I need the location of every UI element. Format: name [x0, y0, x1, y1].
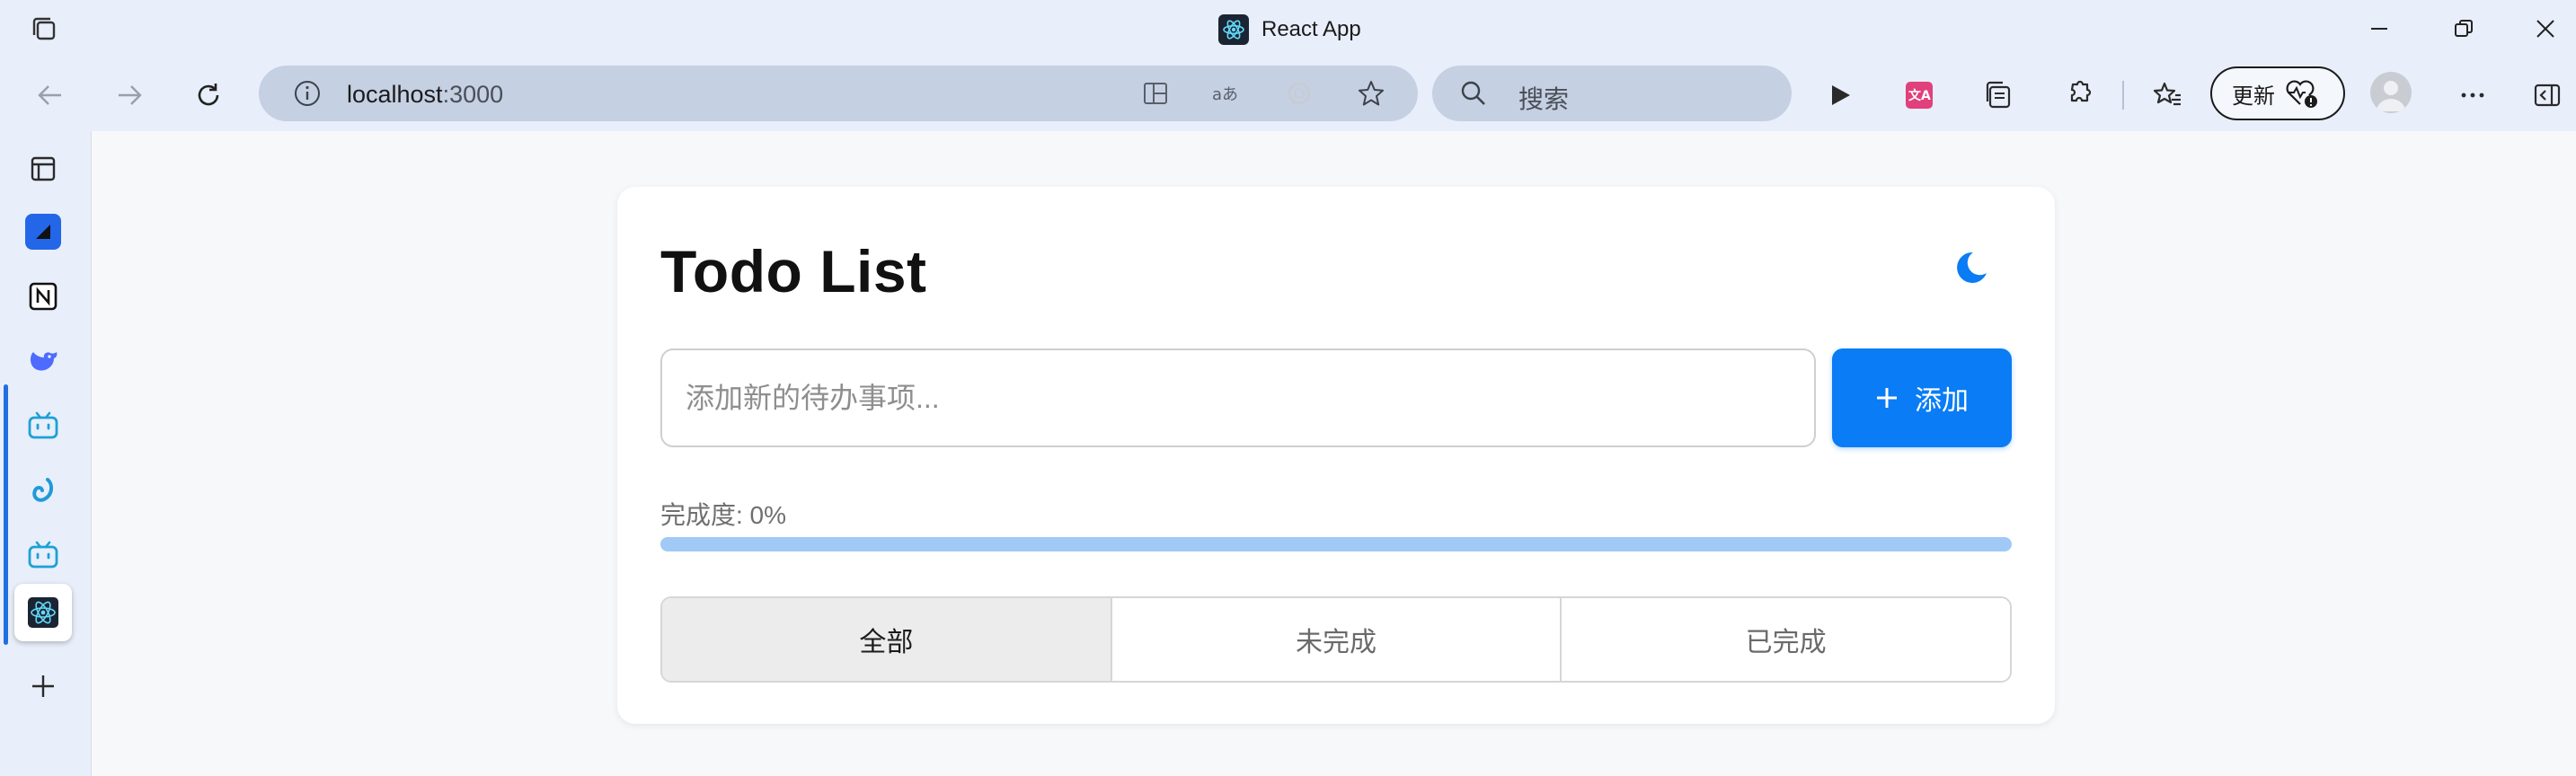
window-title: React App [1261, 17, 1361, 41]
title-bar: React App [0, 0, 2576, 59]
favorite-star-icon[interactable] [1353, 75, 1389, 111]
browser-toolbar: localhost:3000 aあ 搜索 文A 更新 [0, 59, 2576, 131]
add-todo-button[interactable]: 添加 [1832, 348, 2012, 447]
favorites-icon[interactable] [2142, 70, 2192, 120]
back-button[interactable] [25, 70, 75, 120]
search-placeholder: 搜索 [1518, 85, 1570, 113]
restore-button[interactable] [2437, 7, 2491, 50]
tab-actions-icon[interactable] [27, 13, 63, 46]
sidebar-border [91, 131, 92, 776]
more-options-icon[interactable] [2448, 70, 2498, 120]
app-blue-square-icon[interactable] [18, 207, 68, 257]
forward-button[interactable] [104, 70, 155, 120]
toolbar-separator [2122, 81, 2124, 110]
todo-input[interactable] [660, 348, 1816, 447]
extensions-icon[interactable] [2052, 70, 2102, 120]
health-heart-icon [2286, 80, 2317, 108]
progress-label: 完成度: 0% [660, 501, 787, 529]
update-button[interactable]: 更新 [2210, 66, 2345, 120]
progress-bar [660, 537, 2012, 551]
react-favicon-icon [1218, 14, 1249, 45]
window-title-group: React App [1218, 12, 1361, 48]
app-swirl-icon[interactable] [18, 465, 68, 516]
bilibili-icon[interactable] [18, 401, 68, 451]
add-icon[interactable] [18, 661, 68, 711]
close-button[interactable] [2518, 7, 2572, 50]
url-host: localhost [347, 81, 443, 108]
update-button-label: 更新 [2232, 84, 2275, 109]
filter-all[interactable]: 全部 [662, 598, 1112, 681]
split-screen-icon[interactable] [1138, 75, 1173, 111]
svg-text:文A: 文A [1908, 88, 1931, 103]
search-icon [1459, 79, 1488, 108]
edge-sidebar [0, 131, 92, 776]
search-box[interactable]: 搜索 [1432, 66, 1792, 121]
svg-text:aあ: aあ [1212, 85, 1238, 104]
page-title: Todo List [660, 238, 927, 304]
add-button-label: 添加 [1915, 386, 1969, 416]
read-aloud-icon[interactable]: aあ [1209, 75, 1245, 111]
plus-icon [1877, 388, 1897, 408]
minimize-button[interactable] [2352, 7, 2406, 50]
theme-toggle-moon-icon[interactable] [1950, 246, 1993, 289]
address-bar[interactable]: localhost:3000 aあ [259, 66, 1418, 121]
profile-avatar[interactable] [2370, 72, 2412, 113]
todo-card: Todo List 添加 完成度: 0% 全部 未完成 已完成 [617, 187, 2055, 724]
notion-icon[interactable] [18, 271, 68, 322]
vertical-tabs-icon[interactable] [18, 144, 68, 194]
sidebar-toggle-icon[interactable] [2525, 70, 2570, 120]
media-play-icon[interactable] [1815, 70, 1865, 120]
collections-icon[interactable] [1973, 70, 2023, 120]
translate-extension-icon[interactable]: 文A [1894, 70, 1944, 120]
filter-completed[interactable]: 已完成 [1562, 598, 2010, 681]
sidebar-group-indicator [4, 384, 8, 645]
url-text[interactable]: localhost:3000 [347, 81, 503, 109]
deepseek-icon[interactable] [18, 336, 68, 386]
bilibili-icon-2[interactable] [18, 530, 68, 580]
site-info-icon[interactable] [291, 77, 323, 110]
filter-incomplete[interactable]: 未完成 [1111, 598, 1562, 681]
url-port: :3000 [442, 81, 504, 108]
refresh-button[interactable] [183, 70, 234, 120]
filter-tabs: 全部 未完成 已完成 [660, 596, 2012, 683]
edge-rewards-icon[interactable] [1281, 75, 1317, 111]
react-app-icon[interactable] [14, 584, 72, 641]
